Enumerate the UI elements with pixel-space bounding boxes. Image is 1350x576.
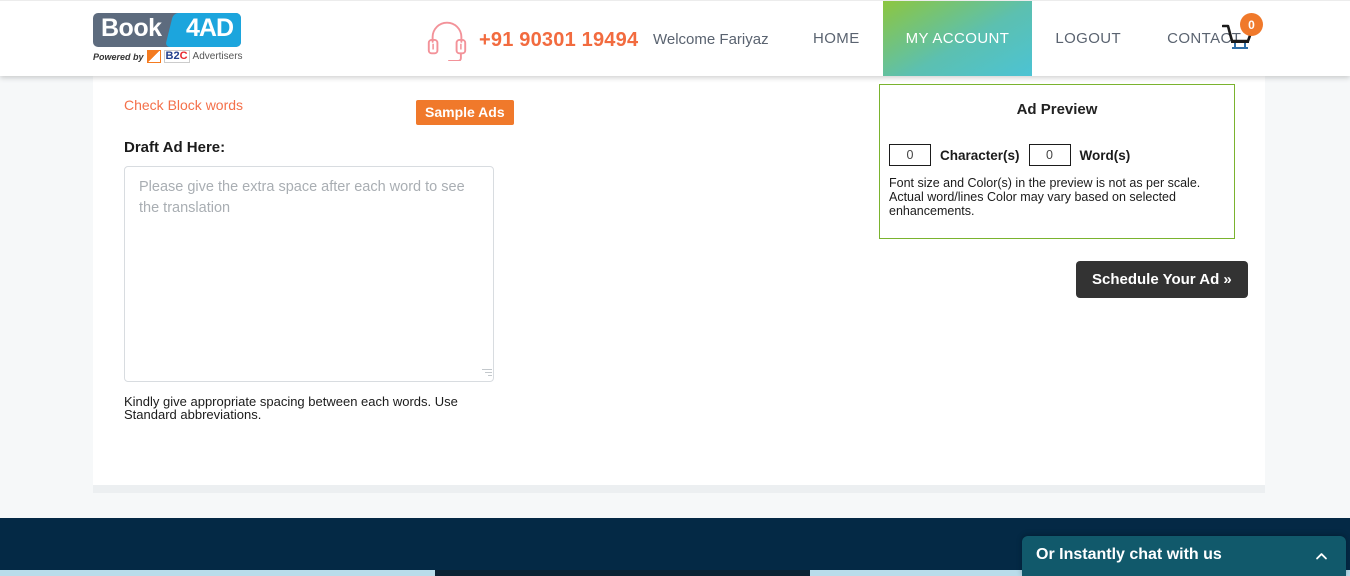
- check-block-words-link[interactable]: Check Block words: [124, 97, 243, 113]
- schedule-your-ad-button[interactable]: Schedule Your Ad »: [1076, 261, 1248, 298]
- character-count-label: Character(s): [940, 147, 1020, 163]
- main-navigation: HOME MY ACCOUNT LOGOUT CONTACT: [790, 1, 1264, 76]
- logo-word-4ad: 4AD: [185, 14, 234, 42]
- logo-b2c-mark: B2C: [163, 50, 190, 63]
- ad-preview-counts-row: Character(s) Word(s): [889, 144, 1234, 166]
- sample-ads-button[interactable]: Sample Ads: [416, 100, 514, 125]
- helper-line-2: Standard abbreviations.: [124, 407, 262, 422]
- ad-preview-note-line-2: Actual word/lines Color may vary based o…: [889, 190, 1176, 204]
- page-body: Check Block words Sample Ads Draft Ad He…: [0, 0, 1350, 518]
- ad-preview-title: Ad Preview: [1016, 101, 1098, 118]
- logo-advertisers-word: Advertisers: [192, 51, 243, 62]
- logo-subline: Powered by B2C Advertisers: [93, 50, 248, 63]
- logo-powered-by: Powered by: [93, 51, 144, 62]
- cart-button[interactable]: 0: [1221, 13, 1263, 61]
- phone-number[interactable]: +91 90301 19494: [479, 29, 638, 52]
- headset-icon: [424, 15, 470, 66]
- draft-ad-textarea[interactable]: [124, 166, 494, 382]
- footer-baseline-segment: [435, 570, 810, 576]
- contact-block[interactable]: +91 90301 19494: [424, 15, 638, 66]
- nav-item-home[interactable]: HOME: [790, 1, 883, 76]
- content-card-footer-strip: [93, 485, 1265, 493]
- character-count-field[interactable]: [889, 144, 931, 166]
- cart-count-badge: 0: [1240, 13, 1263, 36]
- site-header: Book 4AD Powered by B2C Advertisers +91 …: [0, 0, 1350, 76]
- ad-preview-note-line-1: Font size and Color(s) in the preview is…: [889, 176, 1201, 190]
- logo-word-book: Book: [101, 14, 162, 42]
- nav-item-logout[interactable]: LOGOUT: [1032, 1, 1144, 76]
- word-count-field[interactable]: [1028, 144, 1071, 166]
- site-logo[interactable]: Book 4AD Powered by B2C Advertisers: [93, 13, 248, 65]
- chat-widget[interactable]: Or Instantly chat with us: [1022, 536, 1346, 576]
- ad-preview-note-line-3: enhancements.: [889, 204, 975, 218]
- ad-preview-note: Font size and Color(s) in the preview is…: [889, 176, 1225, 218]
- chat-widget-title: Or Instantly chat with us: [1036, 546, 1222, 563]
- draft-ad-label: Draft Ad Here:: [124, 139, 226, 156]
- shopping-cart-icon: [1221, 24, 1256, 57]
- draft-helper-text: Kindly give appropriate spacing between …: [124, 395, 474, 421]
- word-count-label: Word(s): [1079, 147, 1131, 163]
- ad-preview-panel: Ad Preview Character(s) Word(s) Font siz…: [879, 84, 1235, 239]
- welcome-message: Welcome Fariyaz: [653, 31, 769, 48]
- nav-item-my-account[interactable]: MY ACCOUNT: [882, 1, 1033, 76]
- chevron-up-icon[interactable]: [1315, 550, 1328, 563]
- logo-badge: Book 4AD: [93, 13, 241, 47]
- sunburst-icon: [146, 50, 161, 63]
